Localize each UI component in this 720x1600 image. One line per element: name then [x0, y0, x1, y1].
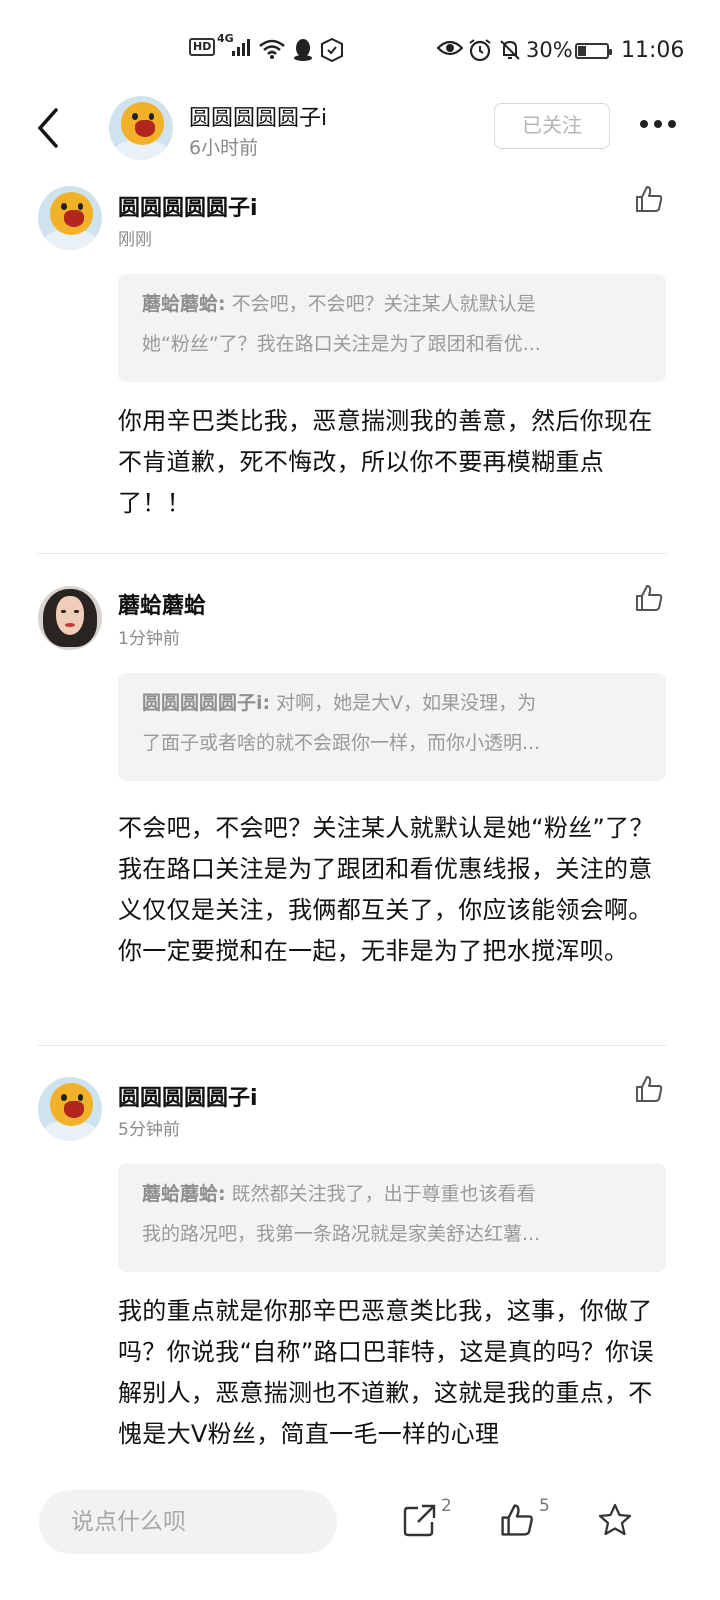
quoted-comment[interactable]: 蘑蛤蘑蛤: 不会吧，不会吧？关注某人就默认是 她“粉丝”了？我在路口关注是为了跟…: [118, 274, 666, 382]
share-icon[interactable]: [402, 1502, 438, 1538]
eye-icon: [437, 38, 463, 58]
quote-author: 蘑蛤蘑蛤:: [142, 293, 226, 315]
like-icon[interactable]: [634, 184, 664, 214]
quote-text-cont: 了面子或者啥的就不会跟你一样，而你小透明...: [142, 732, 541, 754]
comment-text: 我的重点就是你那辛巴恶意类比我，这事，你做了吗？你说我“自称”路口巴菲特，这是真…: [118, 1297, 654, 1448]
alarm-icon: [468, 38, 492, 62]
avatar[interactable]: [38, 1077, 102, 1141]
back-button[interactable]: [30, 106, 70, 150]
author-name[interactable]: 圆圆圆圆圆子i: [189, 100, 327, 132]
more-options-button[interactable]: [640, 120, 676, 128]
like-icon[interactable]: [499, 1502, 535, 1538]
quote-author: 圆圆圆圆圆子i:: [142, 692, 271, 714]
author-avatar[interactable]: [109, 96, 173, 160]
avatar[interactable]: [38, 186, 102, 250]
quote-text: 既然都关注我了，出于尊重也该看看: [231, 1183, 536, 1205]
like-icon[interactable]: [634, 583, 664, 613]
comment-author[interactable]: 圆圆圆圆圆子i: [118, 1080, 258, 1112]
status-bar: HD 4G 30% 11:06: [0, 28, 720, 76]
divider: [38, 1045, 666, 1046]
hd-icon: HD: [189, 38, 216, 56]
battery-icon: [575, 43, 612, 59]
avatar[interactable]: [38, 586, 102, 650]
bottom-bar: 说点什么呗 2 5: [0, 1470, 720, 1600]
comment-text: 不会吧，不会吧？关注某人就默认是她“粉丝”了？我在路口关注是为了跟团和看优惠线报…: [118, 814, 654, 965]
comment-text: 你用辛巴类比我，恶意揣测我的善意，然后你现在不肯道歉，死不悔改，所以你不要再模糊…: [118, 407, 653, 517]
divider: [38, 553, 666, 554]
follow-button[interactable]: 已关注: [494, 103, 610, 149]
wifi-icon: [258, 38, 286, 60]
comment-input[interactable]: 说点什么呗: [39, 1490, 337, 1554]
mute-icon: [498, 38, 522, 62]
quoted-comment[interactable]: 圆圆圆圆圆子i: 对啊，她是大V，如果没理，为 了面子或者啥的就不会跟你一样，而…: [118, 673, 666, 781]
chevron-left-icon: [37, 108, 58, 148]
quote-text: 不会吧，不会吧？关注某人就默认是: [231, 293, 536, 315]
battery-percent: 30%: [526, 38, 573, 62]
comment-time: 1分钟前: [118, 629, 180, 649]
quote-text-cont: 我的路况吧，我第一条路况就是家美舒达红薯...: [142, 1223, 541, 1245]
post-time: 6小时前: [189, 137, 259, 159]
quote-text-cont: 她“粉丝”了？我在路口关注是为了跟团和看优...: [142, 333, 541, 355]
comment-author[interactable]: 圆圆圆圆圆子i: [118, 190, 258, 222]
quote-text: 对啊，她是大V，如果没理，为: [276, 692, 537, 714]
quote-author: 蘑蛤蘑蛤:: [142, 1183, 226, 1205]
signal-icon: [232, 38, 250, 56]
comment-author[interactable]: 蘑蛤蘑蛤: [118, 588, 206, 620]
shield-app-icon: [320, 38, 344, 62]
like-icon[interactable]: [634, 1074, 664, 1104]
share-count: 2: [441, 1496, 452, 1516]
star-icon[interactable]: [597, 1502, 633, 1538]
comment-time: 5分钟前: [118, 1120, 180, 1140]
quoted-comment[interactable]: 蘑蛤蘑蛤: 既然都关注我了，出于尊重也该看看 我的路况吧，我第一条路况就是家美舒…: [118, 1164, 666, 1272]
comment-time: 刚刚: [118, 230, 152, 250]
clock: 11:06: [621, 38, 685, 63]
qq-icon: [292, 38, 314, 62]
like-count: 5: [539, 1496, 550, 1516]
